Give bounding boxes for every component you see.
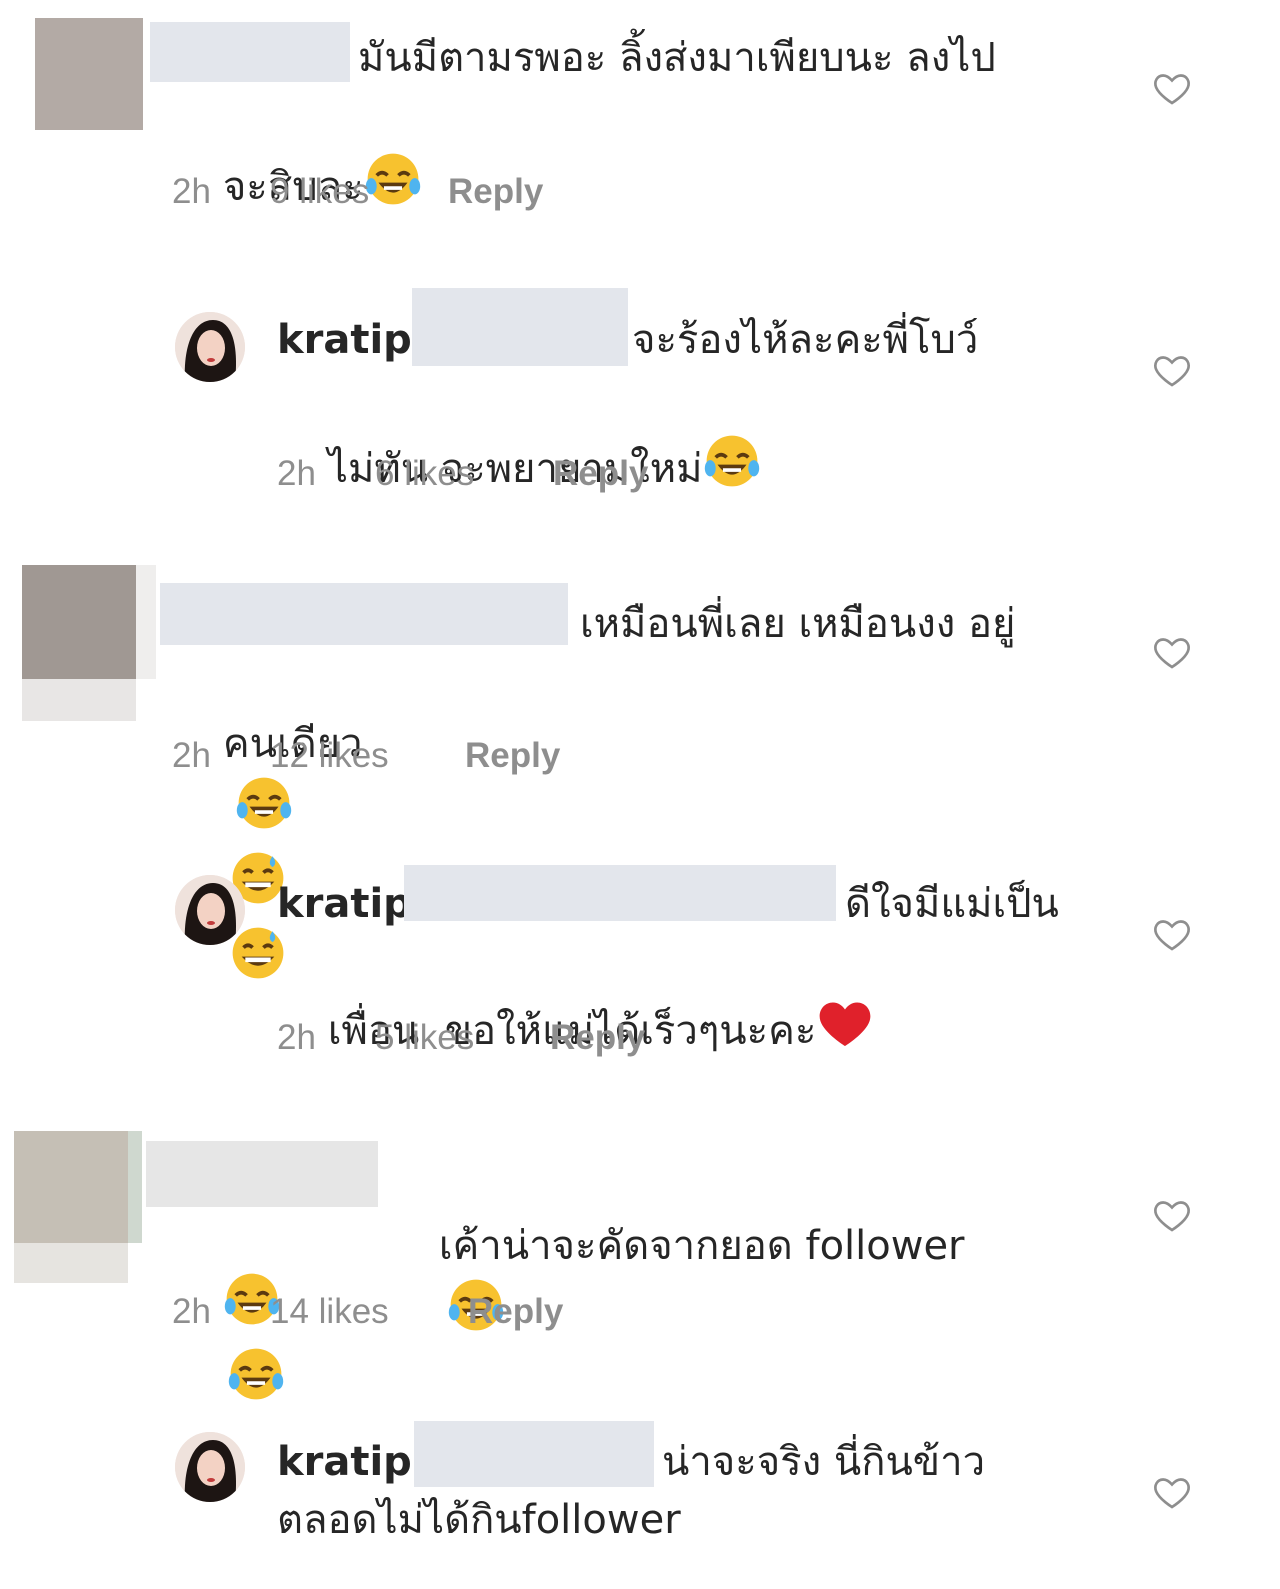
comment-likes[interactable]: 14 likes [270,1292,468,1332]
comment-text: จะร้องไห้ละคะพี่โบว์ [632,317,979,363]
comment-time: 2h [172,1292,211,1331]
reply-button[interactable]: Reply [550,1018,645,1058]
comment-time: 2h [172,736,211,775]
avatar-kratip[interactable] [175,1432,245,1502]
comment-text: เค้าน่าจะคัดจากยอด follower [388,1156,965,1411]
reply-button[interactable]: Reply [468,1292,563,1332]
red-heart-icon [816,994,874,1069]
username-redacted[interactable] [146,1141,378,1207]
mention-redacted[interactable] [404,865,836,921]
username[interactable]: kratip [277,874,412,934]
face-with-tears-of-joy-icon [235,774,293,849]
like-heart-icon[interactable] [1152,632,1192,672]
comment-time: 2h [277,1018,316,1057]
avatar-redacted-edge [128,1131,142,1243]
comment-time: 2h [277,454,316,493]
username-redacted[interactable] [150,22,350,82]
avatar-redacted[interactable] [22,565,136,679]
reply-button[interactable]: Reply [448,172,543,212]
like-heart-icon[interactable] [1152,1472,1192,1512]
mention-redacted[interactable] [414,1421,654,1487]
comment-text: น่าจะจริง นี่กินข้าว [662,1439,986,1485]
comment-meta: 2h 14 likes Reply [172,1292,563,1332]
like-heart-icon[interactable] [1152,914,1192,954]
avatar-kratip[interactable] [175,312,245,382]
face-with-tears-of-joy-icon [227,1345,285,1420]
comment-likes[interactable]: 12 likes [270,736,465,776]
comment-meta: 2h 12 likes Reply [172,736,560,776]
username[interactable]: kratip [277,310,412,370]
comment-meta: 2h 5 likes Reply [277,1018,645,1058]
comment-meta: 2h 6 likes Reply [277,454,648,494]
reply-button[interactable]: Reply [465,736,560,776]
avatar-redacted-shadow [22,679,136,721]
avatar-kratip[interactable] [175,875,245,945]
comment-likes[interactable]: 6 likes [375,454,553,494]
mention-redacted[interactable] [412,288,628,366]
comment-time: 2h [172,172,211,211]
comment-text: เหมือนพี่เลย เหมือนงง อยู่ [580,601,1016,647]
comment-likes[interactable]: 5 likes [375,1018,550,1058]
face-with-tears-of-joy-icon [703,432,761,507]
avatar-redacted[interactable] [35,18,143,130]
comment-text: ดีใจมีแม่เป็น [845,881,1059,927]
like-heart-icon[interactable] [1152,68,1192,108]
like-heart-icon[interactable] [1152,1195,1192,1235]
comment-text-content: เค้าน่าจะคัดจากยอด follower [438,1223,965,1269]
avatar-redacted[interactable] [14,1131,128,1243]
username-redacted[interactable] [160,583,568,645]
comment-meta: 2h 9 likes Reply [172,172,543,212]
username[interactable]: kratip [277,1432,412,1492]
avatar-redacted-shadow [14,1243,128,1283]
avatar-redacted-edge [136,565,156,679]
comment-likes[interactable]: 9 likes [270,172,448,212]
like-heart-icon[interactable] [1152,350,1192,390]
comment-text-line2: ตลอดไม่ได้กินfollower [277,1497,681,1543]
reply-button[interactable]: Reply [553,454,648,494]
comment-text: มันมีตามรพอะ ลิ้งส่งมาเพียบนะ ลงไป [358,35,996,81]
